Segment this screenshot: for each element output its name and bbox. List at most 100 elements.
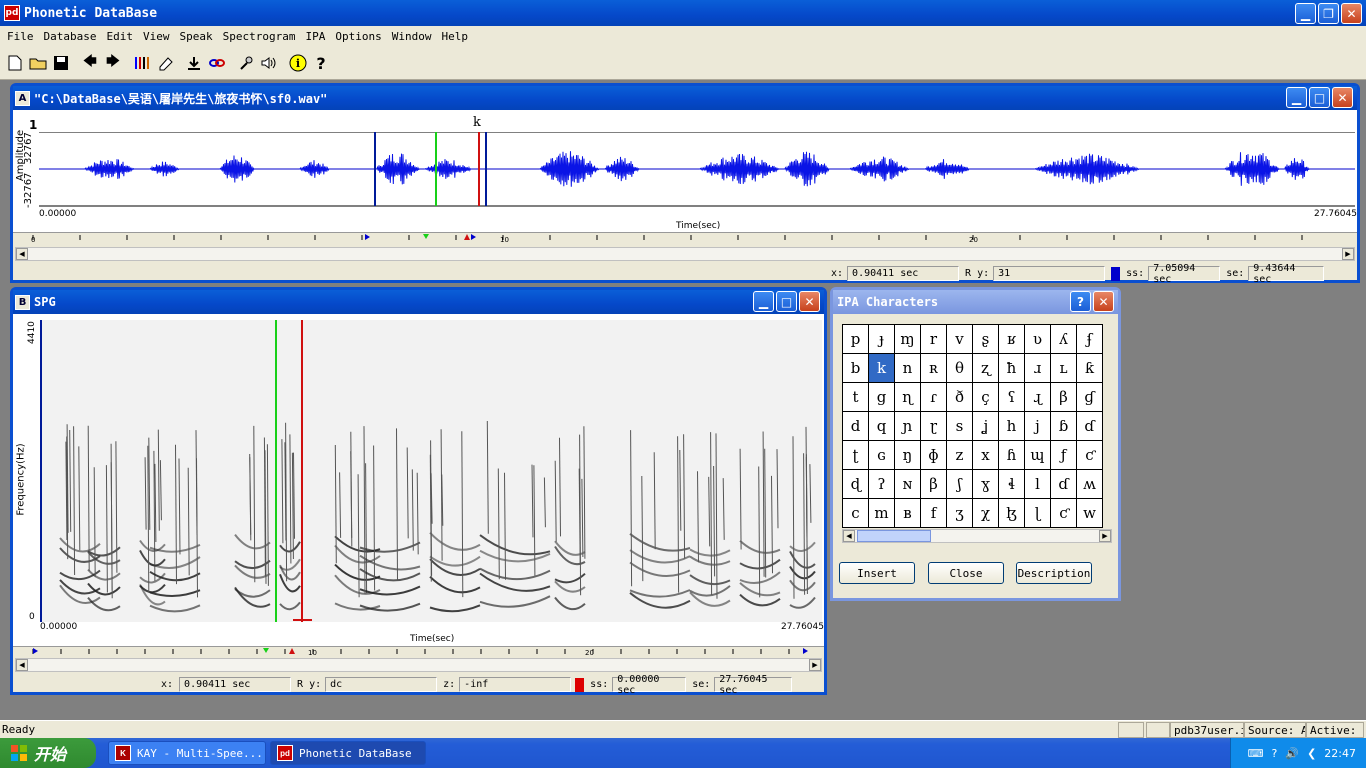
help-tray-icon[interactable]: ? xyxy=(1272,747,1278,760)
waveform-minimize-button[interactable]: ▁ xyxy=(1286,87,1307,108)
spectrogram-plot-area[interactable]: Frequency(Hz) 4410 0 0.00000 27.76045 Ti… xyxy=(13,314,824,646)
ipa-char-cell[interactable]: ʁ xyxy=(999,325,1025,354)
help-icon[interactable]: ? xyxy=(310,52,332,74)
ipa-char-cell[interactable]: f xyxy=(921,499,947,528)
close-button[interactable]: Close xyxy=(928,562,1004,584)
ipa-char-cell[interactable]: ɢ xyxy=(869,441,895,470)
ipa-char-cell[interactable]: g xyxy=(869,383,895,412)
ipa-char-cell[interactable]: ʐ xyxy=(973,354,999,383)
ipa-char-cell[interactable]: ʒ xyxy=(947,499,973,528)
waveform-window[interactable]: A "C:\DataBase\吴语\屠岸先生\旅夜书怀\sf0.wav" ▁ □… xyxy=(10,83,1360,285)
ipa-characters-window[interactable]: IPA Characters ? ✕ pɟɱrvʂʁʋʎʄ bknʀθʐħɹʟƙ t… xyxy=(830,287,1121,601)
waveform-plot-area[interactable]: 1 Amplitude 32767 -32767 k 0.00000 27.76… xyxy=(13,110,1357,232)
ipa-scroll-left-arrow-icon[interactable]: ◀ xyxy=(843,530,855,542)
open-folder-icon[interactable] xyxy=(27,52,49,74)
ipa-char-cell[interactable]: β xyxy=(921,470,947,499)
ipa-char-cell[interactable]: r xyxy=(921,325,947,354)
forward-arrow-icon[interactable]: 🡆 xyxy=(102,52,124,74)
ipa-help-button[interactable]: ? xyxy=(1070,291,1091,312)
ipa-char-cell[interactable]: ɗ xyxy=(1051,470,1077,499)
spg-scroll-left-arrow-icon[interactable]: ◀ xyxy=(16,659,28,671)
back-arrow-icon[interactable]: 🡄 xyxy=(79,52,101,74)
ipa-character-grid[interactable]: pɟɱrvʂʁʋʎʄbknʀθʐħɹʟƙtgɳɾðçʕɻβɠdqɲɽsʝhjɓɗ… xyxy=(842,324,1103,528)
menu-view[interactable]: View xyxy=(138,30,175,43)
ipa-char-cell[interactable]: l xyxy=(1025,470,1051,499)
menu-spectrogram[interactable]: Spectrogram xyxy=(218,30,301,43)
ipa-char-cell[interactable]: ð xyxy=(947,383,973,412)
menu-database[interactable]: Database xyxy=(39,30,102,43)
ipa-char-cell[interactable]: ʋ xyxy=(1025,325,1051,354)
ipa-char-cell[interactable]: ɗ xyxy=(1077,412,1103,441)
ipa-char-cell[interactable]: ʎ xyxy=(1051,325,1077,354)
scroll-left-arrow-icon[interactable]: ◀ xyxy=(16,248,28,260)
ipa-char-cell[interactable]: j xyxy=(1025,412,1051,441)
menu-speak[interactable]: Speak xyxy=(174,30,217,43)
ipa-char-cell[interactable]: ɻ xyxy=(1025,383,1051,412)
ipa-horizontal-scrollbar[interactable]: ◀ ▶ xyxy=(842,529,1112,543)
close-button[interactable]: ✕ xyxy=(1341,3,1362,24)
ipa-char-cell[interactable]: ŋ xyxy=(895,441,921,470)
spg-horizontal-scrollbar[interactable]: ◀ ▶ xyxy=(15,658,822,672)
task-kay-multispeech[interactable]: K KAY - Multi-Spee... xyxy=(108,741,266,765)
ipa-char-cell[interactable]: d xyxy=(843,412,869,441)
scroll-right-arrow-icon[interactable]: ▶ xyxy=(1342,248,1354,260)
ipa-char-cell[interactable]: ɖ xyxy=(843,470,869,499)
menu-window[interactable]: Window xyxy=(387,30,437,43)
ipa-char-cell[interactable]: ɴ xyxy=(895,470,921,499)
microphone-icon[interactable] xyxy=(235,52,257,74)
ipa-char-cell[interactable]: ɦ xyxy=(999,441,1025,470)
bars-icon[interactable] xyxy=(131,52,153,74)
ipa-char-cell[interactable]: ʍ xyxy=(1077,470,1103,499)
ipa-char-cell[interactable]: ƙ xyxy=(1077,354,1103,383)
spg-time-ruler[interactable]: 10 20 xyxy=(13,646,824,658)
ipa-close-x-button[interactable]: ✕ xyxy=(1093,291,1114,312)
waveform-close-button[interactable]: ✕ xyxy=(1332,87,1353,108)
ipa-scroll-right-arrow-icon[interactable]: ▶ xyxy=(1099,530,1111,542)
ipa-char-cell[interactable]: h xyxy=(999,412,1025,441)
ipa-char-cell[interactable]: ɾ xyxy=(921,383,947,412)
eraser-icon[interactable] xyxy=(154,52,176,74)
ipa-char-cell[interactable]: θ xyxy=(947,354,973,383)
task-phonetic-database[interactable]: pd Phonetic DataBase xyxy=(270,741,426,765)
ipa-char-cell[interactable]: m xyxy=(869,499,895,528)
start-button[interactable]: 开始 xyxy=(0,738,96,768)
waveform-maximize-button[interactable]: □ xyxy=(1309,87,1330,108)
ipa-char-cell[interactable]: ɲ xyxy=(895,412,921,441)
ipa-char-cell[interactable]: ƒ xyxy=(1051,441,1077,470)
ipa-char-cell[interactable]: ɓ xyxy=(1051,412,1077,441)
ipa-char-cell[interactable]: v xyxy=(947,325,973,354)
ipa-char-cell[interactable]: β xyxy=(1051,383,1077,412)
ipa-char-cell[interactable]: ɣ xyxy=(973,470,999,499)
ipa-char-cell[interactable]: ɹ xyxy=(1025,354,1051,383)
app-title-bar[interactable]: pd Phonetic DataBase ▁ ❐ ✕ xyxy=(0,0,1366,26)
menu-file[interactable]: File xyxy=(2,30,39,43)
ipa-char-cell[interactable]: w xyxy=(1077,499,1103,528)
download-icon[interactable] xyxy=(183,52,205,74)
ipa-char-cell[interactable]: ɮ xyxy=(999,499,1025,528)
tray-expand-icon[interactable]: ❮ xyxy=(1307,747,1316,760)
ipa-char-cell[interactable]: ħ xyxy=(999,354,1025,383)
ipa-char-cell[interactable]: ɸ xyxy=(921,441,947,470)
ipa-char-cell[interactable]: ç xyxy=(973,383,999,412)
keyboard-icon[interactable]: ⌨ xyxy=(1248,747,1264,760)
ipa-char-cell[interactable]: t xyxy=(843,383,869,412)
ipa-char-cell[interactable]: n xyxy=(895,354,921,383)
ipa-char-cell[interactable]: c xyxy=(843,499,869,528)
ipa-char-cell[interactable]: k xyxy=(869,354,895,383)
new-file-icon[interactable] xyxy=(4,52,26,74)
ipa-char-cell[interactable]: s xyxy=(947,412,973,441)
ipa-char-cell[interactable]: ʃ xyxy=(947,470,973,499)
ipa-char-cell[interactable]: p xyxy=(843,325,869,354)
ipa-char-cell[interactable]: ɰ xyxy=(1025,441,1051,470)
ipa-char-cell[interactable]: ʂ xyxy=(973,325,999,354)
ipa-char-cell[interactable]: ɽ xyxy=(921,412,947,441)
spg-maximize-button[interactable]: □ xyxy=(776,291,797,312)
speaker-icon[interactable] xyxy=(258,52,280,74)
ipa-char-cell[interactable]: ʟ xyxy=(1051,354,1077,383)
ipa-char-cell[interactable]: ʔ xyxy=(869,470,895,499)
waveform-horizontal-scrollbar[interactable]: ◀ ▶ xyxy=(15,247,1355,261)
description-button[interactable]: Description xyxy=(1016,562,1092,584)
menu-options[interactable]: Options xyxy=(330,30,386,43)
spg-minimize-button[interactable]: ▁ xyxy=(753,291,774,312)
ipa-char-cell[interactable]: ʝ xyxy=(973,412,999,441)
